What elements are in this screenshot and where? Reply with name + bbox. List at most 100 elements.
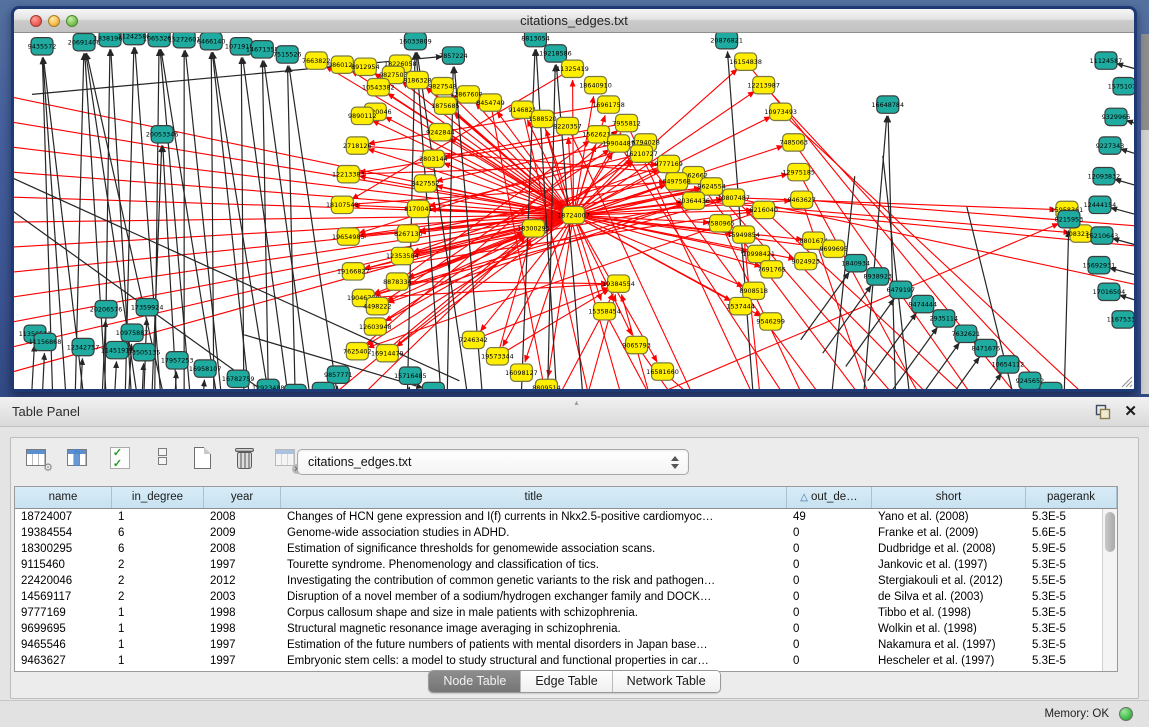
network-edge[interactable] [888, 116, 897, 389]
network-node-label: 16154838 [729, 58, 762, 66]
table-cell: 14569117 [15, 589, 112, 605]
network-edge[interactable] [172, 372, 176, 389]
scrollbar-thumb[interactable] [1105, 512, 1115, 552]
table-row[interactable]: 2242004622012Investigating the contribut… [15, 573, 1117, 589]
network-node-label: 13505135 [128, 348, 161, 356]
float-panel-icon[interactable] [1095, 404, 1111, 420]
network-node-label: 6216040 [749, 206, 777, 214]
resize-grip-icon[interactable] [1119, 374, 1133, 388]
table-cell: 0 [787, 653, 872, 669]
network-edge[interactable] [289, 66, 344, 389]
network-node-label: 9624554 [697, 183, 725, 191]
network-node-label: 6497568 [662, 178, 690, 186]
network-edge[interactable] [953, 374, 1002, 389]
row-options-icon[interactable] [149, 446, 175, 472]
network-edge[interactable] [801, 272, 850, 340]
network-edge[interactable] [1115, 179, 1134, 192]
table-cell: 1 [112, 509, 204, 525]
table-cell: 0 [787, 605, 872, 621]
network-node-label: 16098127 [505, 369, 538, 377]
column-header-in_degree[interactable]: in_degree [112, 487, 204, 508]
network-edge[interactable] [868, 313, 917, 381]
table-cell: 2 [112, 573, 204, 589]
memory-ok-indicator[interactable] [1119, 707, 1133, 721]
network-edge[interactable] [1063, 230, 1069, 389]
table-cell: 1998 [204, 605, 281, 621]
tab-node-table[interactable]: Node Table [429, 671, 521, 692]
delete-column-icon[interactable] [232, 446, 258, 472]
table-row[interactable]: 969969511998Structural magnetic resonanc… [15, 621, 1117, 637]
column-selection-icon[interactable]: ✓✓ [108, 446, 134, 472]
network-edge[interactable] [1126, 120, 1134, 132]
network-edge[interactable] [112, 361, 116, 389]
network-node-label: 15949854 [727, 231, 760, 239]
table-mode-icon[interactable]: ⚙ [25, 446, 51, 472]
table-row[interactable]: 946554611997Estimation of the future num… [15, 637, 1117, 653]
table-row[interactable]: 977716911998Corpus callosum shape and si… [15, 605, 1117, 621]
column-header-out_de[interactable]: △out_de… [787, 487, 872, 508]
network-node-label: 18107548 [326, 201, 359, 209]
network-edge[interactable] [14, 171, 573, 215]
column-visibility-icon[interactable] [66, 446, 92, 472]
table-selector-dropdown[interactable]: citations_edges.txt [297, 449, 689, 475]
table-row[interactable]: 1938455462009Genome-wide association stu… [15, 525, 1117, 541]
network-edge[interactable] [140, 363, 144, 389]
network-edge[interactable] [212, 52, 254, 389]
network-edge[interactable] [288, 66, 297, 389]
tab-edge-table[interactable]: Edge Table [521, 671, 612, 692]
network-edge[interactable] [264, 61, 317, 389]
table-row[interactable]: 946362711997Embryonic stem cells: a mode… [15, 653, 1117, 669]
table-cell: 0 [787, 589, 872, 605]
network-edge[interactable] [213, 52, 276, 389]
network-node-label: 12923488 [252, 384, 285, 389]
table-row[interactable]: 1872400712008Changes of HCN gene express… [15, 509, 1117, 525]
network-node-label: 9329966 [1102, 113, 1130, 121]
network-edge[interactable] [404, 387, 409, 389]
network-node-label: 9857771 [324, 371, 352, 379]
network-edge[interactable] [573, 80, 574, 215]
column-header-title[interactable]: title [281, 487, 787, 508]
column-header-pagerank[interactable]: pagerank [1026, 487, 1117, 508]
network-edge[interactable] [1117, 64, 1134, 76]
column-header-short[interactable]: short [872, 487, 1026, 508]
network-edge[interactable] [911, 343, 960, 389]
network-node-label: 20053346 [146, 130, 179, 138]
network-edge[interactable] [262, 61, 269, 389]
create-column-icon[interactable] [191, 446, 217, 472]
table-cell: Wolkin et al. (1998) [872, 621, 1026, 637]
network-node-label: 18724007 [557, 211, 590, 219]
network-node-label: 2867608 [454, 91, 482, 99]
table-cell: 0 [787, 525, 872, 541]
network-graph[interactable]: 1872400794355722069140618381962112425801… [14, 33, 1134, 389]
drag-handle-icon[interactable]: ▴ [575, 400, 587, 405]
network-edge[interactable] [40, 353, 44, 389]
network-edge[interactable] [544, 224, 1058, 389]
network-edge[interactable] [1120, 149, 1134, 162]
network-edge[interactable] [200, 380, 204, 389]
background-panel-sliver [1141, 34, 1149, 130]
close-panel-icon[interactable]: ✕ [1124, 402, 1137, 420]
network-node-label: 7632621 [952, 330, 980, 338]
network-edge[interactable] [1111, 208, 1134, 222]
network-canvas[interactable]: 1872400794355722069140618381962112425801… [14, 33, 1134, 389]
network-node-label: 19218586 [539, 50, 572, 58]
network-edge[interactable] [522, 110, 599, 389]
network-window: citations_edges.txt 18724007943557220691… [11, 6, 1137, 392]
network-window-titlebar[interactable]: citations_edges.txt [14, 9, 1134, 33]
network-edge[interactable] [1120, 295, 1134, 308]
network-node-label: 9065793 [622, 341, 650, 349]
network-node-label: 19166827 [337, 268, 370, 276]
table-cell: 1997 [204, 557, 281, 573]
network-edge[interactable] [211, 52, 214, 389]
table-row[interactable]: 911546021997Tourette syndrome. Phenomeno… [15, 557, 1117, 573]
table-row[interactable]: 1830029562008Estimation of significance … [15, 541, 1117, 557]
table-cell: 6 [112, 541, 204, 557]
network-node-label: 2718126 [343, 142, 371, 150]
table-scrollbar[interactable] [1102, 509, 1117, 671]
network-node-label: 16210643 [1086, 232, 1119, 240]
column-header-year[interactable]: year [204, 487, 281, 508]
table-row[interactable]: 1456911722003Disruption of a novel membe… [15, 589, 1117, 605]
table-body: 1872400712008Changes of HCN gene express… [15, 509, 1117, 669]
tab-network-table[interactable]: Network Table [613, 671, 720, 692]
column-header-name[interactable]: name [15, 487, 112, 508]
